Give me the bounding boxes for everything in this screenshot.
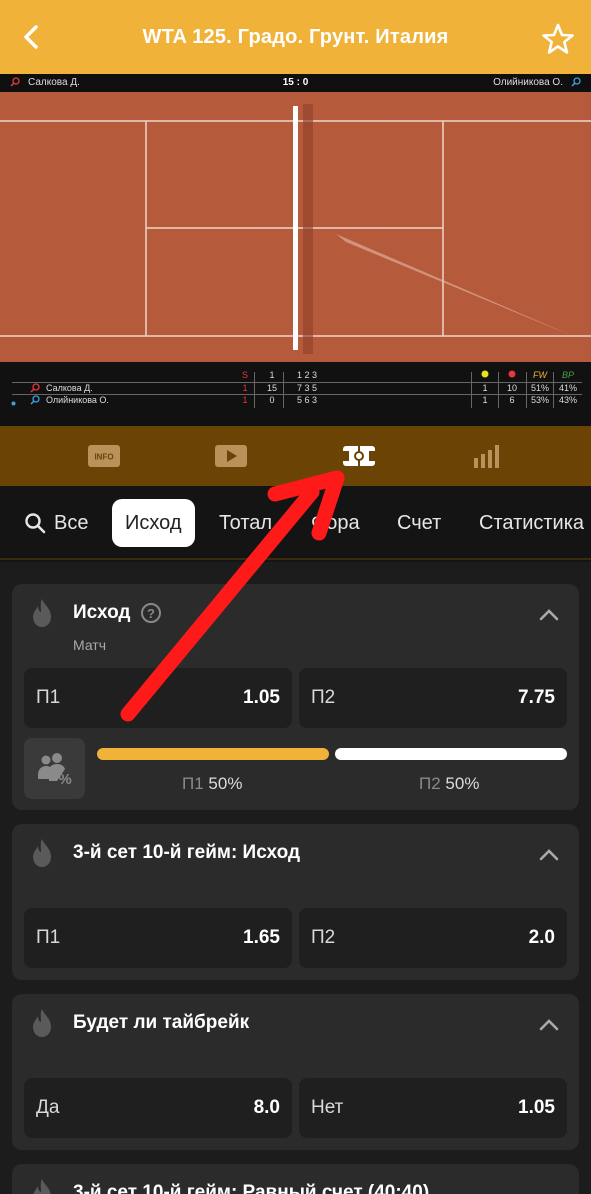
tennis-court (0, 92, 591, 362)
favorite-button[interactable] (539, 20, 577, 58)
tracker-top-bar: Салкова Д. 15 : 0 Олийникова О. (0, 74, 591, 92)
bet-bar-p2 (335, 748, 567, 760)
odd-button-no[interactable]: Нет 1.05 (299, 1078, 567, 1138)
svg-text:INFO: INFO (94, 453, 113, 462)
scoreboard: S 1 1 2 3 FW BP Салкова Д. 1 15 7 3 5 1 … (0, 362, 591, 426)
racket-icon (30, 395, 40, 407)
info-icon: INFO (88, 445, 120, 467)
serve-dot (11, 398, 16, 408)
tab-stats[interactable] (465, 440, 509, 472)
search-icon (25, 513, 46, 534)
tab-court[interactable] (337, 440, 381, 472)
market-card-tiebreak: Будет ли тайбрейк Да 8.0 Нет 1.05 (12, 994, 579, 1150)
chevron-up-icon[interactable] (537, 606, 561, 622)
tab-info[interactable]: INFO (82, 440, 126, 472)
svg-text:%: % (58, 771, 71, 787)
racket-icon (571, 77, 581, 90)
court-icon (343, 446, 375, 466)
fire-icon (33, 839, 51, 867)
market-card-deuce: 3-й сет 10-й гейм: Равный счет (40:40) (12, 1164, 579, 1194)
markets-list: Исход ? Матч П1 1.05 П2 7.75 % П1 50% П2… (0, 562, 591, 1194)
view-tab-bar: INFO (0, 426, 591, 486)
play-icon (215, 445, 247, 467)
market-card-outcome: Исход ? Матч П1 1.05 П2 7.75 % П1 50% П2… (12, 584, 579, 810)
back-button[interactable] (14, 20, 48, 54)
star-icon (542, 23, 574, 54)
court-lines (0, 92, 591, 362)
fire-icon (33, 599, 51, 627)
bet-percent-p2: П2 50% (419, 774, 480, 793)
market-title: Будет ли тайбрейк (73, 1012, 250, 1033)
odd-button-p1[interactable]: П1 1.05 (24, 668, 292, 728)
odd-button-yes[interactable]: Да 8.0 (24, 1078, 292, 1138)
market-title: 3-й сет 10-й гейм: Исход (73, 842, 301, 863)
chevron-left-icon (24, 25, 38, 49)
odd-button-p2[interactable]: П2 7.75 (299, 668, 567, 728)
sb-row-player2: Олийникова О. 1 0 5 6 3 1 6 53% 43% (0, 395, 591, 406)
filter-outcome[interactable]: Исход (112, 499, 195, 547)
bet-bar-p1 (97, 748, 329, 760)
market-card-set3-game10: 3-й сет 10-й гейм: Исход П1 1.65 П2 2.0 (12, 824, 579, 980)
market-filter-bar: Все Исход Тотал Фора Счет Статистика (0, 486, 591, 560)
app-header: WTA 125. Градо. Грунт. Италия (0, 0, 591, 74)
bet-percent-p1: П1 50% (182, 774, 243, 793)
sb-row-player1: Салкова Д. 1 15 7 3 5 1 10 51% 41% (0, 383, 591, 394)
filter-statistics[interactable]: Статистика (479, 499, 584, 547)
sb-head-fw: FW (533, 370, 547, 380)
fire-icon (33, 1009, 51, 1037)
odd-button-p1[interactable]: П1 1.65 (24, 908, 292, 968)
sb-head-bp: BP (561, 370, 574, 380)
market-title: 3-й сет 10-й гейм: Равный счет (40:40) (73, 1182, 430, 1194)
sb-head-s: S (241, 370, 248, 380)
chevron-up-icon[interactable] (537, 846, 561, 862)
sb-head-df (502, 370, 522, 380)
market-title: Исход (73, 602, 131, 623)
help-icon[interactable]: ? (141, 603, 161, 623)
odd-button-p2[interactable]: П2 2.0 (299, 908, 567, 968)
bets-percent-button[interactable]: % (24, 738, 85, 799)
match-tracker: Салкова Д. 15 : 0 Олийникова О. S 1 1 2 … (0, 74, 591, 426)
users-percent-icon: % (37, 752, 71, 787)
market-subtitle: Матч (73, 637, 107, 653)
filter-all[interactable]: Все (24, 499, 88, 547)
filter-handicap[interactable]: Фора (311, 499, 360, 547)
tab-video[interactable] (209, 440, 253, 472)
bar-chart-icon (474, 445, 499, 468)
tracker-player2: Олийникова О. (493, 77, 563, 88)
filter-total[interactable]: Тотал (219, 499, 272, 547)
sb-head-set1: 1 (269, 370, 275, 380)
chevron-up-icon[interactable] (537, 1016, 561, 1032)
filter-score[interactable]: Счет (397, 499, 441, 547)
sb-head-sets: 1 2 3 (296, 370, 318, 380)
fire-icon (33, 1179, 51, 1194)
sb-head-aces (475, 370, 495, 380)
page-title: WTA 125. Градо. Грунт. Италия (142, 25, 449, 48)
